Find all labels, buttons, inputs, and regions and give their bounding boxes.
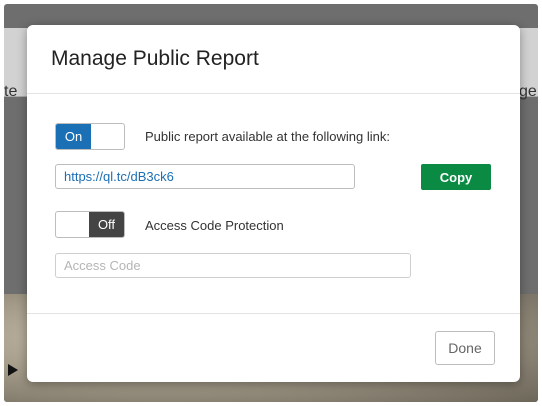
background-text-right: ge	[519, 83, 537, 100]
access-code-label: Access Code Protection	[145, 218, 284, 233]
access-code-toggle[interactable]: Off	[55, 211, 125, 238]
copy-button[interactable]: Copy	[421, 164, 491, 190]
toggle-off-indicator: Off	[89, 212, 124, 237]
access-code-field[interactable]	[55, 253, 411, 278]
dialog-title: Manage Public Report	[51, 47, 259, 70]
toggle-on-indicator: On	[56, 124, 91, 149]
public-report-label: Public report available at the following…	[145, 129, 390, 144]
screenshot-frame: te ge Manage Public Report On Public rep…	[0, 0, 542, 406]
arrow-icon	[8, 364, 18, 376]
dialog-header: Manage Public Report	[27, 25, 520, 94]
public-link-field[interactable]	[55, 164, 355, 189]
background-text-left: te	[4, 83, 18, 100]
done-button[interactable]: Done	[435, 331, 495, 365]
public-report-toggle[interactable]: On	[55, 123, 125, 150]
manage-public-report-dialog: Manage Public Report On Public report av…	[27, 25, 520, 382]
